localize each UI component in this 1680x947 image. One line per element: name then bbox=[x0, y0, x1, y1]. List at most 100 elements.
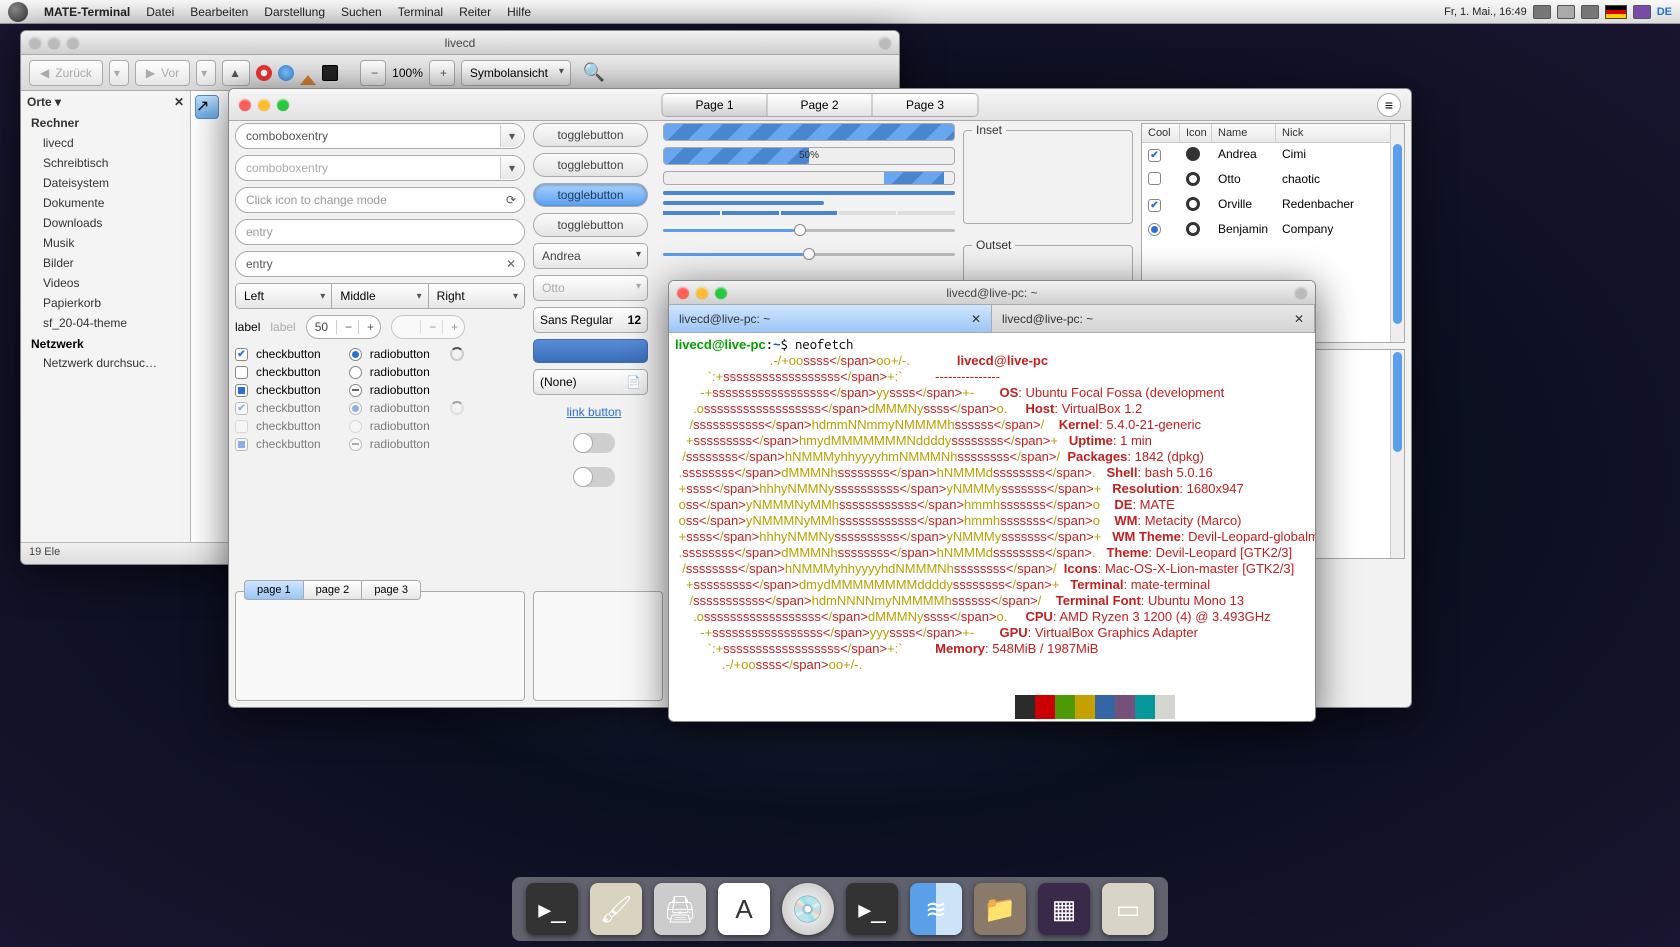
color-button[interactable] bbox=[533, 339, 648, 363]
clear-icon[interactable]: ✕ bbox=[506, 257, 516, 271]
sidebar-item[interactable]: Papierkorb bbox=[21, 293, 190, 313]
up-button[interactable]: ▲ bbox=[222, 60, 250, 86]
close-sidebar-icon[interactable]: ✕ bbox=[174, 95, 184, 109]
seg-left[interactable]: Left bbox=[236, 284, 332, 308]
radiobutton[interactable] bbox=[349, 402, 362, 415]
spin-plus[interactable]: + bbox=[358, 320, 380, 334]
seg-middle[interactable]: Middle bbox=[332, 284, 428, 308]
radiobutton[interactable] bbox=[349, 384, 362, 397]
tray-workspace-icon[interactable] bbox=[1533, 5, 1551, 19]
minimize-icon[interactable] bbox=[696, 287, 708, 299]
tab-page3[interactable]: Page 3 bbox=[873, 94, 978, 116]
tab-page1[interactable]: Page 1 bbox=[663, 94, 768, 116]
menu-reiter[interactable]: Reiter bbox=[451, 5, 499, 19]
scale-slider-1[interactable] bbox=[663, 221, 955, 239]
hamburger-menu-icon[interactable]: ≡ bbox=[1377, 93, 1401, 117]
tray-indicator-icon[interactable] bbox=[1633, 5, 1651, 19]
view-mode-select[interactable]: Symbolansicht bbox=[461, 60, 571, 86]
togglebutton-1[interactable]: togglebutton bbox=[533, 123, 648, 147]
zoom-in-button[interactable]: + bbox=[429, 60, 455, 86]
tree-row[interactable]: AndreaCimi bbox=[1142, 143, 1404, 168]
active-app-name[interactable]: MATE-Terminal bbox=[36, 5, 138, 19]
dock-gimp-icon[interactable]: 🖌 bbox=[590, 883, 642, 935]
checkbutton[interactable] bbox=[235, 438, 248, 451]
radiobutton[interactable] bbox=[349, 348, 362, 361]
sidebar-item[interactable]: Videos bbox=[21, 273, 190, 293]
sidebar-item[interactable]: Bilder bbox=[21, 253, 190, 273]
spin-minus[interactable]: − bbox=[336, 320, 358, 334]
minimize-icon[interactable] bbox=[258, 99, 270, 111]
tree-row[interactable]: BenjaminCompany bbox=[1142, 218, 1404, 243]
entry-placeholder[interactable]: entry bbox=[235, 219, 525, 245]
link-button[interactable]: link button bbox=[533, 401, 655, 423]
radiobutton[interactable] bbox=[349, 366, 362, 379]
forward-menu-button[interactable]: ▾ bbox=[196, 60, 216, 86]
comboboxentry-2[interactable]: comboboxentry bbox=[235, 155, 525, 181]
select-otto[interactable]: Otto bbox=[533, 275, 648, 301]
keyboard-locale[interactable]: DE bbox=[1657, 6, 1672, 18]
close-icon[interactable] bbox=[677, 287, 689, 299]
close-tab-icon[interactable]: ✕ bbox=[971, 312, 981, 326]
terminal-content[interactable]: livecd@live-pc:~$ neofetch .-/+oossss</s… bbox=[669, 333, 1315, 721]
dock-files-icon[interactable]: 📁 bbox=[974, 883, 1026, 935]
togglebutton-active[interactable]: togglebutton bbox=[533, 183, 648, 207]
sidebar-item[interactable]: Dateisystem bbox=[21, 173, 190, 193]
togglebutton-4[interactable]: togglebutton bbox=[533, 213, 648, 237]
menu-darstellung[interactable]: Darstellung bbox=[256, 5, 333, 19]
maximize-icon[interactable] bbox=[277, 99, 289, 111]
tree-row[interactable]: OrvilleRedenbacher bbox=[1142, 193, 1404, 218]
sidebar-item[interactable]: Dokumente bbox=[21, 193, 190, 213]
dock-disc-icon[interactable]: 💿 bbox=[782, 883, 834, 935]
dock-drive-icon[interactable]: ▭ bbox=[1102, 883, 1154, 935]
minimize-icon[interactable] bbox=[48, 37, 60, 49]
tray-volume-icon[interactable] bbox=[1557, 5, 1575, 19]
fm-titlebar[interactable]: livecd bbox=[21, 31, 899, 55]
places-header[interactable]: Orte ▾ bbox=[27, 95, 61, 109]
close-icon[interactable] bbox=[239, 99, 251, 111]
dock-text-icon[interactable]: A bbox=[718, 883, 770, 935]
forward-button[interactable]: ▶ Vor bbox=[135, 60, 190, 86]
distro-logo-icon[interactable] bbox=[8, 2, 28, 22]
nb-tab-1[interactable]: page 1 bbox=[244, 580, 303, 600]
maximize-icon[interactable] bbox=[715, 287, 727, 299]
refresh-icon[interactable]: ⟳ bbox=[506, 193, 516, 207]
entry-input[interactable]: entry✕ bbox=[235, 251, 525, 277]
tray-network-icon[interactable] bbox=[1581, 5, 1599, 19]
tab-page2[interactable]: Page 2 bbox=[768, 94, 873, 116]
switch-2[interactable] bbox=[573, 467, 615, 487]
radiobutton[interactable] bbox=[349, 438, 362, 451]
terminal-tab-1[interactable]: livecd@live-pc: ~✕ bbox=[669, 305, 992, 332]
nb-tab-2[interactable]: page 2 bbox=[303, 580, 362, 600]
stop-icon[interactable] bbox=[256, 65, 272, 81]
back-button[interactable]: ◀ Zurück bbox=[29, 60, 103, 86]
sidebar-network-browse[interactable]: Netzwerk durchsuc… bbox=[21, 353, 190, 373]
location-toggle-icon[interactable]: ↗ bbox=[195, 95, 219, 119]
window-menu-icon[interactable] bbox=[1295, 287, 1307, 299]
terminal-tab-2[interactable]: livecd@live-pc: ~✕ bbox=[992, 305, 1315, 332]
zoom-out-button[interactable]: − bbox=[360, 60, 386, 86]
home-icon[interactable] bbox=[300, 65, 316, 81]
close-icon[interactable] bbox=[29, 37, 41, 49]
switch-1[interactable] bbox=[573, 433, 615, 453]
checkbutton[interactable] bbox=[235, 420, 248, 433]
close-tab-icon[interactable]: ✕ bbox=[1294, 312, 1304, 326]
menu-datei[interactable]: Datei bbox=[138, 5, 182, 19]
menu-terminal[interactable]: Terminal bbox=[390, 5, 451, 19]
iconmode-input[interactable]: Click icon to change mode⟳ bbox=[235, 187, 525, 213]
sidebar-item[interactable]: Musik bbox=[21, 233, 190, 253]
reload-icon[interactable] bbox=[278, 65, 294, 81]
menu-hilfe[interactable]: Hilfe bbox=[499, 5, 539, 19]
tree-row[interactable]: Ottochaotic bbox=[1142, 168, 1404, 193]
scale-slider-2[interactable] bbox=[663, 245, 955, 263]
dock-printer-icon[interactable]: 🖨 bbox=[654, 883, 706, 935]
checkbutton[interactable] bbox=[235, 384, 248, 397]
spin-empty[interactable]: −+ bbox=[391, 315, 465, 339]
dock-terminal2-icon[interactable]: ▸_ bbox=[846, 883, 898, 935]
computer-icon[interactable] bbox=[322, 65, 338, 81]
sidebar-item[interactable]: sf_20-04-theme bbox=[21, 313, 190, 333]
clock[interactable]: Fr, 1. Mai., 16:49 bbox=[1444, 6, 1527, 18]
sidebar-item[interactable]: livecd bbox=[21, 133, 190, 153]
window-menu-icon[interactable] bbox=[879, 37, 891, 49]
maximize-icon[interactable] bbox=[67, 37, 79, 49]
nb-tab-3[interactable]: page 3 bbox=[361, 580, 421, 600]
